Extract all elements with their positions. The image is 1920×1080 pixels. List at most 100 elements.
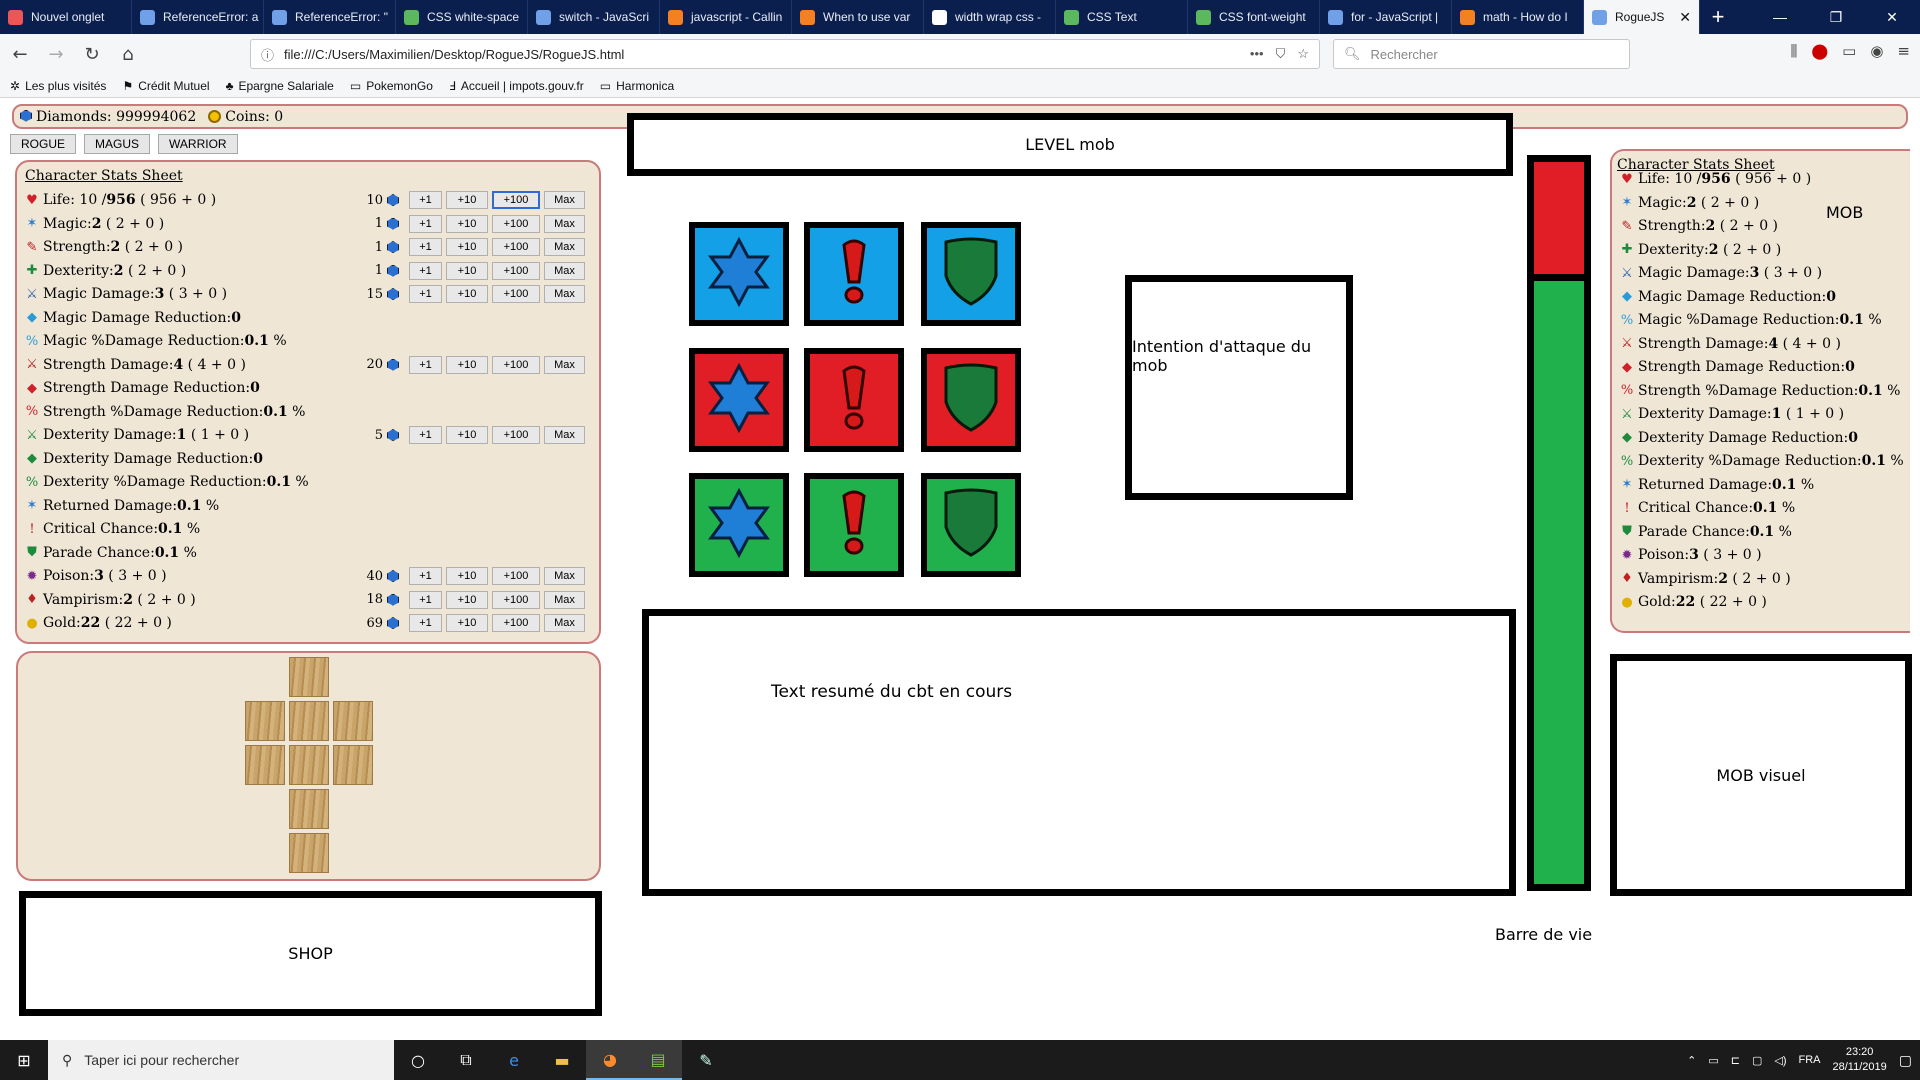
inventory-slot[interactable] (289, 701, 329, 741)
plus-1-button[interactable]: +1 (409, 590, 442, 609)
bookmark-item[interactable]: Ⅎ Accueil | impots.gouv.fr (449, 79, 584, 93)
max-button[interactable]: Max (544, 567, 585, 585)
paint-icon[interactable]: ✎ (682, 1040, 730, 1080)
browser-tab[interactable]: CSS Text (1056, 0, 1188, 34)
max-button[interactable]: Max (544, 191, 585, 209)
language-indicator[interactable]: FRA (1799, 1054, 1821, 1066)
forward-icon[interactable]: → (40, 38, 72, 70)
browser-tab[interactable]: Nouvel onglet (0, 0, 132, 34)
reload-icon[interactable]: ↻ (76, 38, 108, 70)
action-tile-blue-shield[interactable] (921, 222, 1021, 326)
browser-tab[interactable]: switch - JavaScri (528, 0, 660, 34)
edge-icon[interactable]: e (490, 1040, 538, 1080)
bookmark-star-icon[interactable]: ☆ (1297, 46, 1309, 62)
max-button[interactable]: Max (544, 355, 585, 374)
info-icon[interactable]: ⓘ (261, 45, 274, 64)
inventory-slot[interactable] (289, 657, 329, 697)
action-tile-green-exclamation[interactable] (804, 473, 904, 577)
inventory-slot[interactable] (289, 789, 329, 829)
clock[interactable]: 23:20 28/11/2019 (1833, 1045, 1887, 1075)
inventory-slot[interactable] (245, 701, 285, 741)
bookmark-item[interactable]: ✲ Les plus visités (10, 79, 106, 93)
plus-100-button[interactable]: +100 (492, 191, 540, 209)
max-button[interactable]: Max (544, 238, 585, 256)
url-bar[interactable]: ⓘ file:///C:/Users/Maximilien/Desktop/Ro… (250, 39, 1320, 69)
windows-start-icon[interactable]: ⊞ (0, 1040, 48, 1080)
new-tab-button[interactable]: + (1700, 0, 1736, 34)
browser-tab-active[interactable]: RogueJS ✕ (1584, 0, 1700, 34)
plus-10-button[interactable]: +10 (446, 238, 488, 256)
plus-10-button[interactable]: +10 (446, 590, 488, 609)
network-icon[interactable]: ⊏ (1731, 1054, 1740, 1067)
plus-100-button[interactable]: +100 (492, 355, 540, 374)
browser-tab[interactable]: CSS white-space (396, 0, 528, 34)
plus-100-button[interactable]: +100 (492, 567, 540, 585)
volume-icon[interactable]: ◁) (1774, 1054, 1786, 1067)
max-button[interactable]: Max (544, 261, 585, 280)
sidebar-icon[interactable]: ▭ (1842, 42, 1856, 60)
cortana-icon[interactable]: ○ (394, 1040, 442, 1080)
browser-tab[interactable]: ReferenceError: a (132, 0, 264, 34)
plus-10-button[interactable]: +10 (446, 191, 488, 209)
notepad-icon[interactable]: ▤ (634, 1040, 682, 1080)
max-button[interactable]: Max (544, 614, 585, 632)
notifications-icon[interactable]: ▢ (1899, 1052, 1912, 1069)
inventory-slot[interactable] (289, 833, 329, 873)
taskbar-search[interactable]: ⚲ Taper ici pour rechercher (48, 1040, 394, 1080)
restore-button[interactable]: ❐ (1808, 0, 1864, 34)
plus-1-button[interactable]: +1 (409, 614, 442, 632)
action-tile-blue-exclamation[interactable] (804, 222, 904, 326)
adblock-icon[interactable]: ⬤ (1811, 42, 1828, 60)
max-button[interactable]: Max (544, 590, 585, 609)
plus-1-button[interactable]: +1 (409, 261, 442, 280)
browser-tab[interactable]: When to use var (792, 0, 924, 34)
browser-tab[interactable]: math - How do I (1452, 0, 1584, 34)
library-icon[interactable]: ⫼ (1790, 42, 1797, 60)
browser-tab[interactable]: ReferenceError: " (264, 0, 396, 34)
plus-10-button[interactable]: +10 (446, 285, 488, 303)
plus-100-button[interactable]: +100 (492, 238, 540, 256)
monitor-icon[interactable]: ▢ (1752, 1054, 1762, 1067)
bookmark-item[interactable]: ▭ Harmonica (600, 79, 674, 93)
tab-rogue[interactable]: ROGUE (10, 134, 77, 154)
close-window-button[interactable]: ✕ (1864, 0, 1920, 34)
max-button[interactable]: Max (544, 426, 585, 444)
plus-1-button[interactable]: +1 (409, 238, 442, 256)
chevron-up-icon[interactable]: ⌃ (1687, 1054, 1696, 1067)
action-tile-red-star[interactable] (689, 348, 789, 452)
inventory-slot[interactable] (333, 745, 373, 785)
bookmark-item[interactable]: ⚑ Crédit Mutuel (122, 79, 209, 93)
plus-1-button[interactable]: +1 (409, 567, 442, 585)
back-icon[interactable]: ← (4, 38, 36, 70)
action-tile-blue-star[interactable] (689, 222, 789, 326)
search-input[interactable]: 🔍︎ Rechercher (1333, 39, 1630, 69)
shop-box[interactable]: SHOP (19, 891, 602, 1016)
plus-100-button[interactable]: +100 (492, 285, 540, 303)
plus-100-button[interactable]: +100 (492, 614, 540, 632)
action-tile-green-shield[interactable] (921, 473, 1021, 577)
inventory-slot[interactable] (333, 701, 373, 741)
action-tile-green-star[interactable] (689, 473, 789, 577)
plus-10-button[interactable]: +10 (446, 355, 488, 374)
plus-100-button[interactable]: +100 (492, 426, 540, 444)
browser-tab[interactable]: for - JavaScript | (1320, 0, 1452, 34)
plus-10-button[interactable]: +10 (446, 614, 488, 632)
minimize-button[interactable]: — (1752, 0, 1808, 34)
plus-10-button[interactable]: +10 (446, 567, 488, 585)
plus-100-button[interactable]: +100 (492, 214, 540, 233)
plus-1-button[interactable]: +1 (409, 214, 442, 233)
plus-10-button[interactable]: +10 (446, 261, 488, 280)
home-icon[interactable]: ⌂ (112, 38, 144, 70)
max-button[interactable]: Max (544, 214, 585, 233)
plus-1-button[interactable]: +1 (409, 355, 442, 374)
browser-tab[interactable]: javascript - Callin (660, 0, 792, 34)
plus-1-button[interactable]: +1 (409, 191, 442, 209)
action-tile-red-shield[interactable] (921, 348, 1021, 452)
tab-magus[interactable]: MAGUS (84, 134, 151, 154)
pocket-icon[interactable]: ⛉ (1276, 46, 1286, 62)
battery-icon[interactable]: ▭ (1708, 1054, 1718, 1067)
action-tile-red-exclamation[interactable] (804, 348, 904, 452)
tab-warrior[interactable]: WARRIOR (158, 134, 238, 154)
firefox-icon[interactable]: ◕ (586, 1040, 634, 1080)
browser-tab[interactable]: width wrap css - (924, 0, 1056, 34)
